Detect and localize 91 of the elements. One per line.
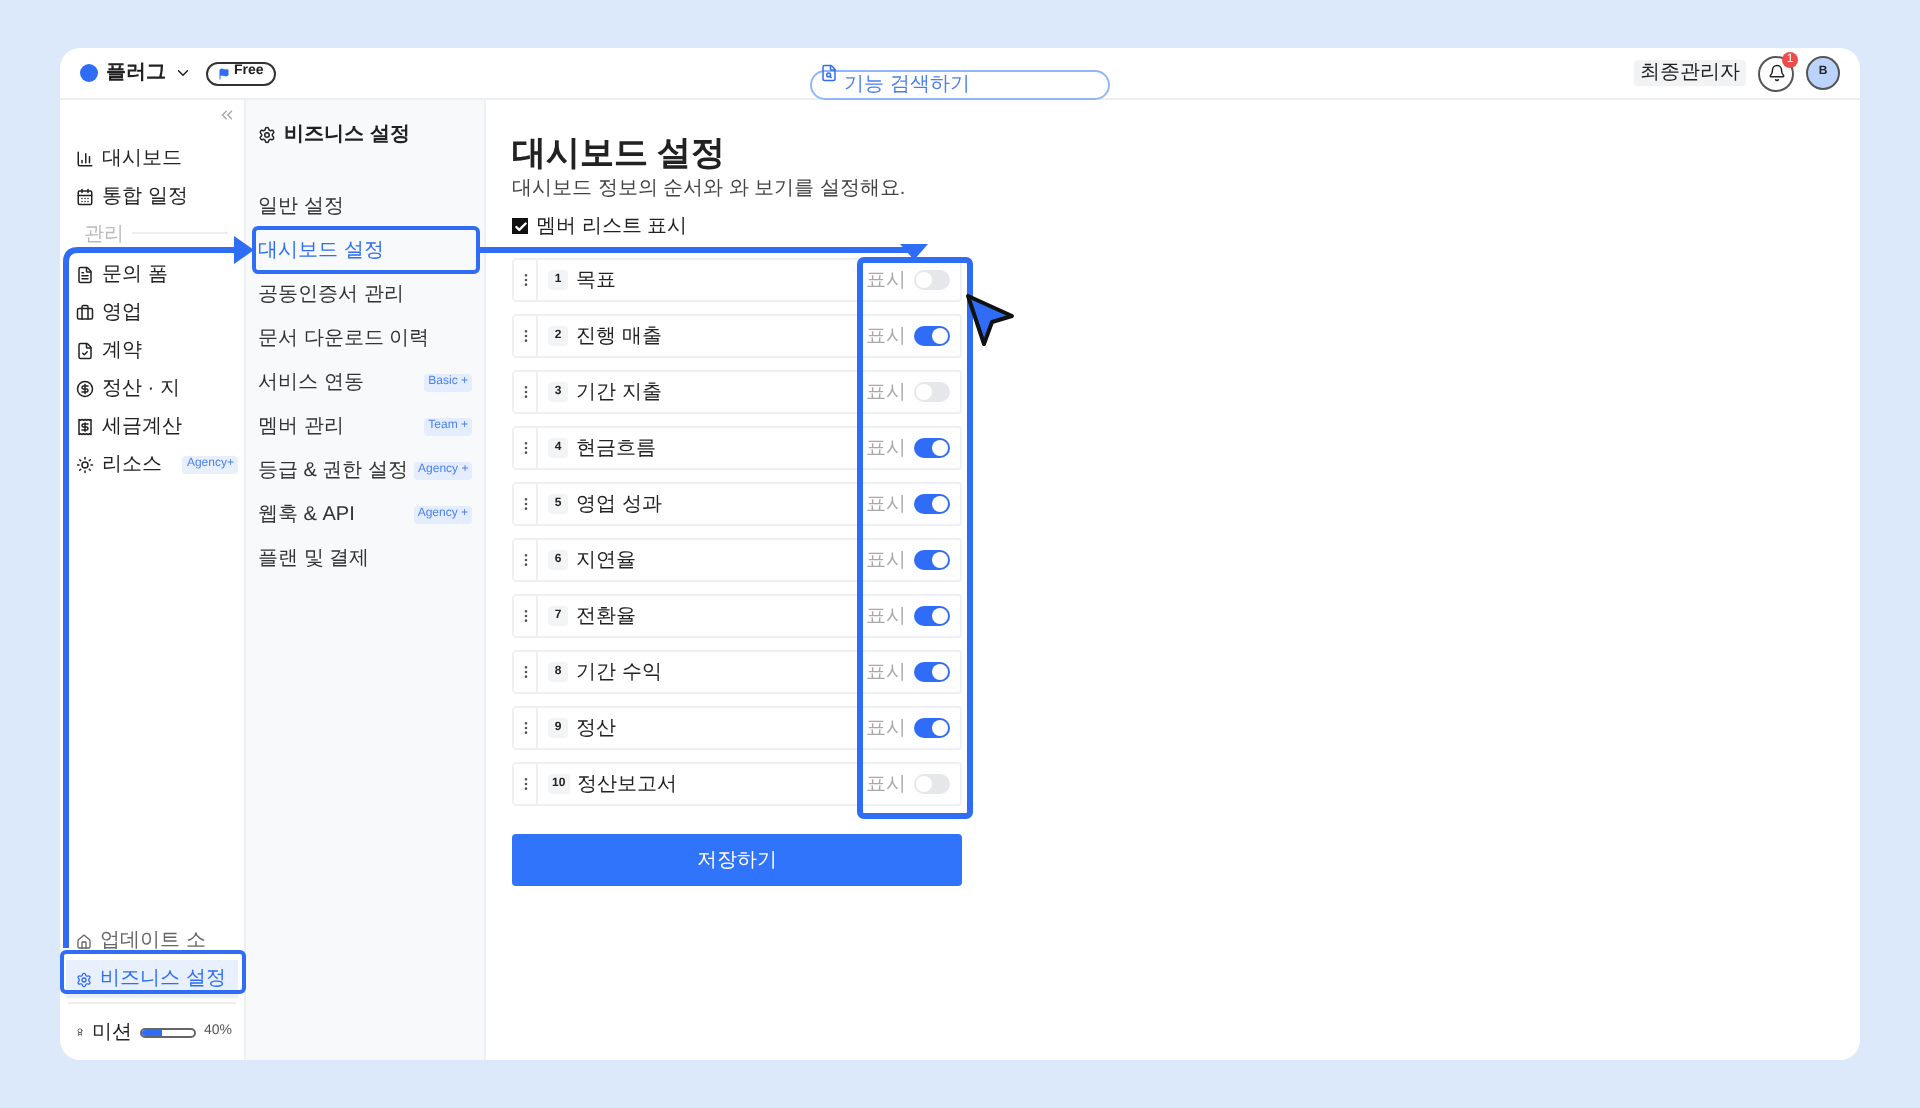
menu-item[interactable]: 대시보드 설정 [258,228,472,272]
sidebar-label: 계약 [102,338,142,366]
sidebar-label: 통합 일정 [102,184,188,212]
row-label: 지연율 [576,547,636,575]
toggle-label: 표시 [866,323,906,351]
toggle-switch[interactable] [914,718,950,738]
toggle-label: 표시 [866,715,906,743]
row-label: 진행 매출 [576,323,662,351]
search-field[interactable]: 기능 검색하기 [810,70,1110,100]
toggle-switch[interactable] [914,382,950,402]
menu-item[interactable]: 플랜 및 결제 [258,536,472,580]
sidebar-label: 리소스 [102,452,162,480]
check-icon [513,219,527,233]
row-label: 목표 [576,267,616,295]
menu-label: 문서 다운로드 이력 [258,325,430,353]
award-icon [76,1022,84,1042]
row-label: 전환율 [576,603,636,631]
settings-icon [258,125,276,143]
sidebar-item[interactable]: 통합 일정 [60,178,244,216]
sidebar-item[interactable]: 문의 폼 [60,256,244,294]
menu-label: 멤버 관리 [258,413,344,441]
toggle-switch[interactable] [914,494,950,514]
sidebar-label: 대시보드 [102,146,182,174]
house-icon [76,933,92,949]
menu-item[interactable]: 문서 다운로드 이력 [258,316,472,360]
toggle-label: 표시 [866,379,906,407]
document-icon [76,266,94,284]
toggle-switch[interactable] [914,550,950,570]
toggle-label: 표시 [866,603,906,631]
settings-icon [76,971,92,987]
flag-icon [218,67,230,79]
section-label: 관리 [84,222,124,250]
menu-item[interactable]: 공동인증서 관리 [258,272,472,316]
row-label: 현금흐름 [576,435,656,463]
row-label: 정산 [576,715,616,743]
bell-icon [1767,64,1785,82]
menu-label: 플랜 및 결제 [258,545,370,573]
page-subtitle: 대시보드 정보의 순서와 와 보기를 설정해요. [512,178,908,202]
receipt-icon [76,418,94,436]
sun-icon [76,456,94,474]
sidebar-label: 업데이트 소 [100,928,206,956]
page-title: 대시보드 설정 [512,136,728,172]
sidebar-item[interactable]: 정산 · 지 [60,370,244,408]
calendar-icon [76,188,94,206]
toggle-switch[interactable] [914,326,950,346]
sidebar-label: 영업 [102,300,142,328]
menu-label: 일반 설정 [258,193,344,221]
brand-name[interactable]: 플러그 [106,58,166,88]
sidebar-item[interactable]: 영업 [60,294,244,332]
file-check-icon [76,342,94,360]
toggle-switch[interactable] [914,662,950,682]
toggle-label: 표시 [866,491,906,519]
chevron-down-icon[interactable] [174,64,192,82]
menu-item[interactable]: 일반 설정 [258,184,472,228]
menu-label: 웹훅 & API [258,501,355,529]
toggle-switch[interactable] [914,606,950,626]
toggle-label: 표시 [866,659,906,687]
toggle-label: 표시 [866,547,906,575]
menu-title: 비즈니스 설정 [284,121,410,149]
sidebar-item[interactable]: 계약 [60,332,244,370]
menu-label: 공동인증서 관리 [258,281,404,309]
sidebar-label: 정산 · 지 [102,376,180,404]
checkbox-label: 멤버 리스트 표시 [536,213,688,241]
sidebar-item[interactable]: 대시보드 [60,140,244,178]
row-label: 기간 수익 [576,659,662,687]
briefcase-icon [76,304,94,322]
checkbox[interactable] [512,218,528,234]
menu-label: 서비스 연동 [258,369,364,397]
toggle-switch[interactable] [914,270,950,290]
save-button[interactable]: 저장하기 [512,834,962,886]
toggle-switch[interactable] [914,438,950,458]
toggle-label: 표시 [866,267,906,295]
mission-label: 미션 [91,1019,132,1047]
menu-label: 등급 & 권한 설정 [258,457,409,485]
chart-icon [76,150,94,168]
toggle-label: 표시 [866,435,906,463]
toggle-switch[interactable] [914,774,950,794]
row-label: 영업 성과 [576,491,662,519]
toggle-label: 표시 [866,771,906,799]
sidebar-label: 비즈니스 설정 [100,966,226,994]
menu-label: 대시보드 설정 [258,237,384,265]
cursor-icon [966,294,1014,346]
row-label: 기간 지출 [576,379,662,407]
sidebar-item[interactable]: 세금계산 [60,408,244,446]
coin-icon [76,380,94,398]
sidebar-item[interactable]: 업데이트 소 [66,922,238,960]
sidebar-label: 세금계산 [102,414,182,442]
role-badge: 최종관리자 [1634,60,1746,86]
search-icon [820,64,838,82]
row-label: 정산보고서 [577,771,678,799]
sidebar-label: 문의 폼 [102,262,168,290]
